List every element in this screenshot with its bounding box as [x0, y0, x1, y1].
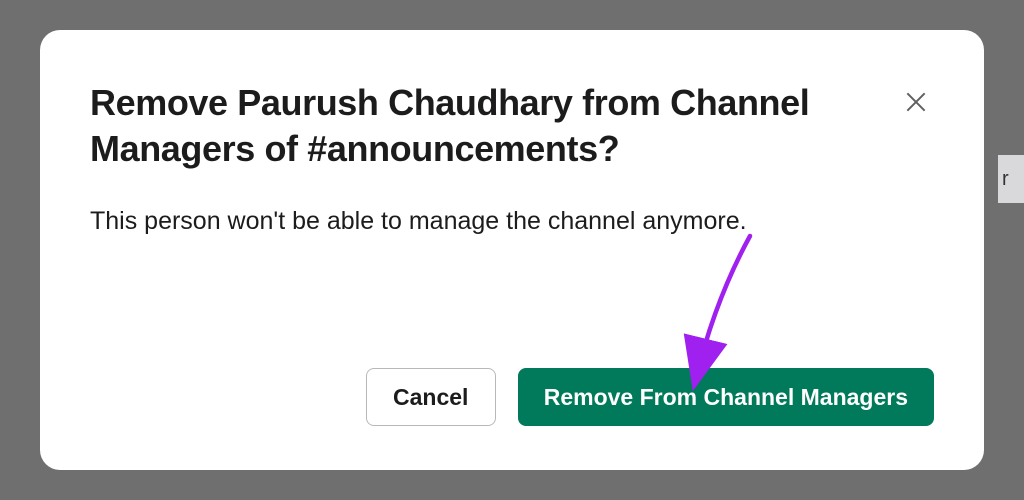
close-icon [903, 89, 929, 115]
confirm-remove-button-label: Remove From Channel Managers [544, 384, 908, 411]
cancel-button[interactable]: Cancel [366, 368, 496, 426]
confirm-remove-dialog: Remove Paurush Chaudhary from Channel Ma… [40, 30, 984, 470]
dialog-body: This person won't be able to manage the … [90, 204, 934, 239]
dialog-title: Remove Paurush Chaudhary from Channel Ma… [90, 80, 868, 172]
confirm-remove-button[interactable]: Remove From Channel Managers [518, 368, 934, 426]
cancel-button-label: Cancel [393, 384, 468, 411]
dialog-footer: Cancel Remove From Channel Managers [90, 368, 934, 426]
background-hint-text: r [1002, 168, 1009, 191]
background-hint: r [998, 155, 1024, 203]
dialog-header: Remove Paurush Chaudhary from Channel Ma… [90, 80, 934, 172]
close-button[interactable] [898, 84, 934, 120]
